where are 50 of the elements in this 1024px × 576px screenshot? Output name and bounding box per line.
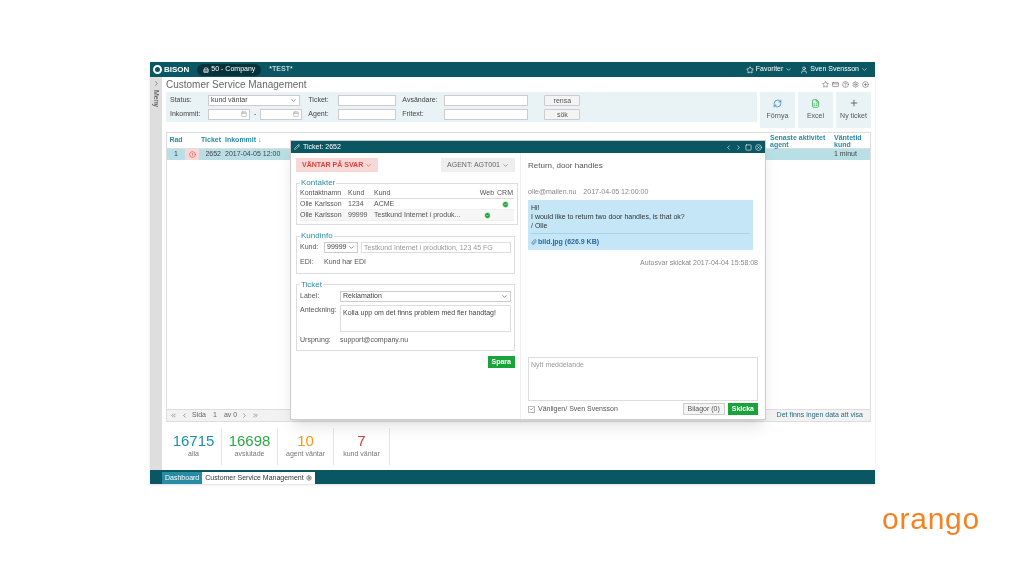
caret-icon: [348, 244, 355, 251]
page-title: Customer Service Management: [166, 78, 307, 92]
last-page-icon[interactable]: [252, 412, 260, 419]
caret-icon: [365, 161, 373, 169]
plus-icon: [848, 98, 859, 109]
previous-page-icon[interactable]: [181, 412, 188, 419]
paperclip-icon: [531, 238, 537, 245]
next-icon[interactable]: [735, 143, 742, 151]
stat-value: 10: [297, 433, 314, 450]
stat-value: 16715: [172, 433, 215, 450]
building-icon: [203, 66, 210, 73]
stat-value: 16698: [228, 433, 271, 450]
star-icon[interactable]: [822, 81, 829, 88]
sender-field[interactable]: [444, 94, 529, 106]
section-title: Ticket: [300, 278, 324, 291]
brand-logo: orango: [882, 504, 980, 534]
date-to-field[interactable]: [260, 108, 303, 120]
subject-title: Return, door handles: [528, 160, 604, 172]
help-icon[interactable]: [842, 81, 849, 88]
agent-field[interactable]: [338, 108, 397, 120]
section-title: Kundinfo: [300, 230, 334, 242]
pencil-icon: [294, 144, 300, 150]
card-icon[interactable]: [832, 81, 839, 88]
chevron-icon: [152, 80, 160, 87]
maximize-icon[interactable]: [745, 143, 752, 151]
refresh-icon: [773, 98, 782, 108]
close-icon[interactable]: [755, 143, 762, 151]
star-icon: [745, 65, 754, 74]
caret-icon: [290, 96, 297, 104]
caret-icon: [501, 292, 508, 300]
freetext-field[interactable]: [444, 108, 529, 120]
user-icon: [800, 65, 809, 74]
previous-icon[interactable]: [725, 143, 732, 151]
date-from-field[interactable]: [208, 108, 250, 120]
spreadsheet-icon: [811, 98, 820, 108]
stat-value: 7: [357, 433, 366, 450]
caret-icon: [502, 161, 509, 169]
section-title: Kontakter: [300, 177, 337, 189]
app-logo: BISON: [153, 63, 190, 76]
settings-icon[interactable]: [852, 81, 859, 88]
calendar-icon: [293, 111, 300, 117]
next-page-icon[interactable]: [241, 412, 249, 419]
ticket-field[interactable]: [338, 94, 397, 106]
signature-checkbox[interactable]: [528, 405, 535, 413]
calendar-icon: [241, 111, 247, 117]
settings-icon[interactable]: [305, 475, 312, 481]
first-page-icon[interactable]: [170, 412, 177, 419]
add-icon[interactable]: [862, 81, 869, 88]
caret-icon: [785, 66, 793, 73]
caret-icon: [861, 66, 868, 73]
